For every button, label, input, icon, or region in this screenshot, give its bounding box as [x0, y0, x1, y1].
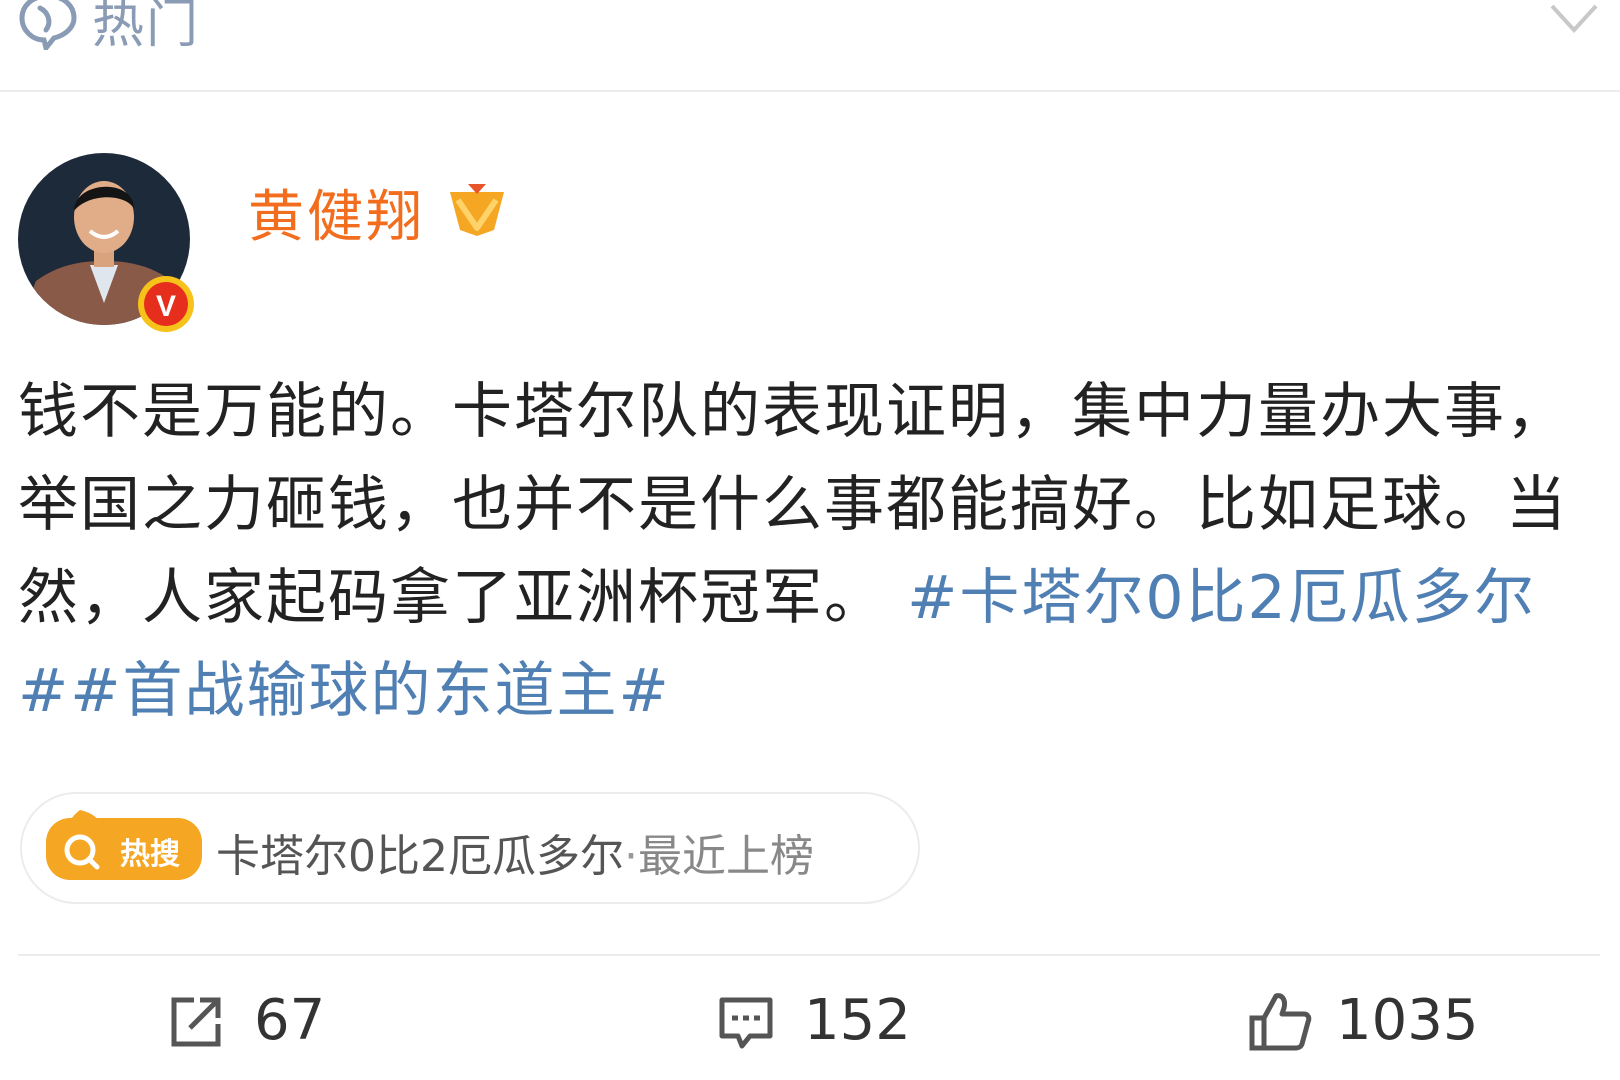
hot-search-separator: ·: [624, 831, 638, 882]
post-text: 钱不是万能的。卡塔尔队的表现证明，集中力量办大事，举国之力砸钱，也并不是什么事都…: [18, 366, 1578, 738]
repost-icon: [171, 997, 221, 1047]
hot-search-pill[interactable]: 热搜 卡塔尔0比2厄瓜多尔·最近上榜: [20, 792, 920, 904]
header-bar: 热门: [0, 0, 1620, 92]
verified-v-icon: V: [138, 276, 194, 332]
author-name[interactable]: 黄健翔: [248, 172, 425, 253]
tab-hot[interactable]: 热门: [92, 0, 200, 57]
member-badge-icon[interactable]: [446, 180, 508, 238]
svg-text:V: V: [156, 290, 176, 323]
hot-search-tag: 最近上榜: [638, 831, 814, 882]
svg-text:热搜: 热搜: [120, 837, 180, 872]
thumbs-up-icon: [1249, 993, 1312, 1051]
hot-search-badge-icon: 热搜: [46, 810, 202, 880]
chevron-down-icon[interactable]: [1548, 4, 1600, 36]
hot-bubble-icon[interactable]: [18, 0, 78, 50]
repost-count: 67: [254, 988, 326, 1053]
divider: [18, 954, 1600, 956]
hot-search-topic: 卡塔尔0比2厄瓜多尔: [216, 831, 624, 882]
like-count: 1035: [1336, 988, 1479, 1053]
comment-icon: [719, 997, 773, 1049]
hashtag-link[interactable]: #首战输球的东道主#: [70, 656, 671, 726]
hot-search-text: 卡塔尔0比2厄瓜多尔·最近上榜: [216, 820, 814, 884]
comment-count: 152: [804, 988, 911, 1053]
